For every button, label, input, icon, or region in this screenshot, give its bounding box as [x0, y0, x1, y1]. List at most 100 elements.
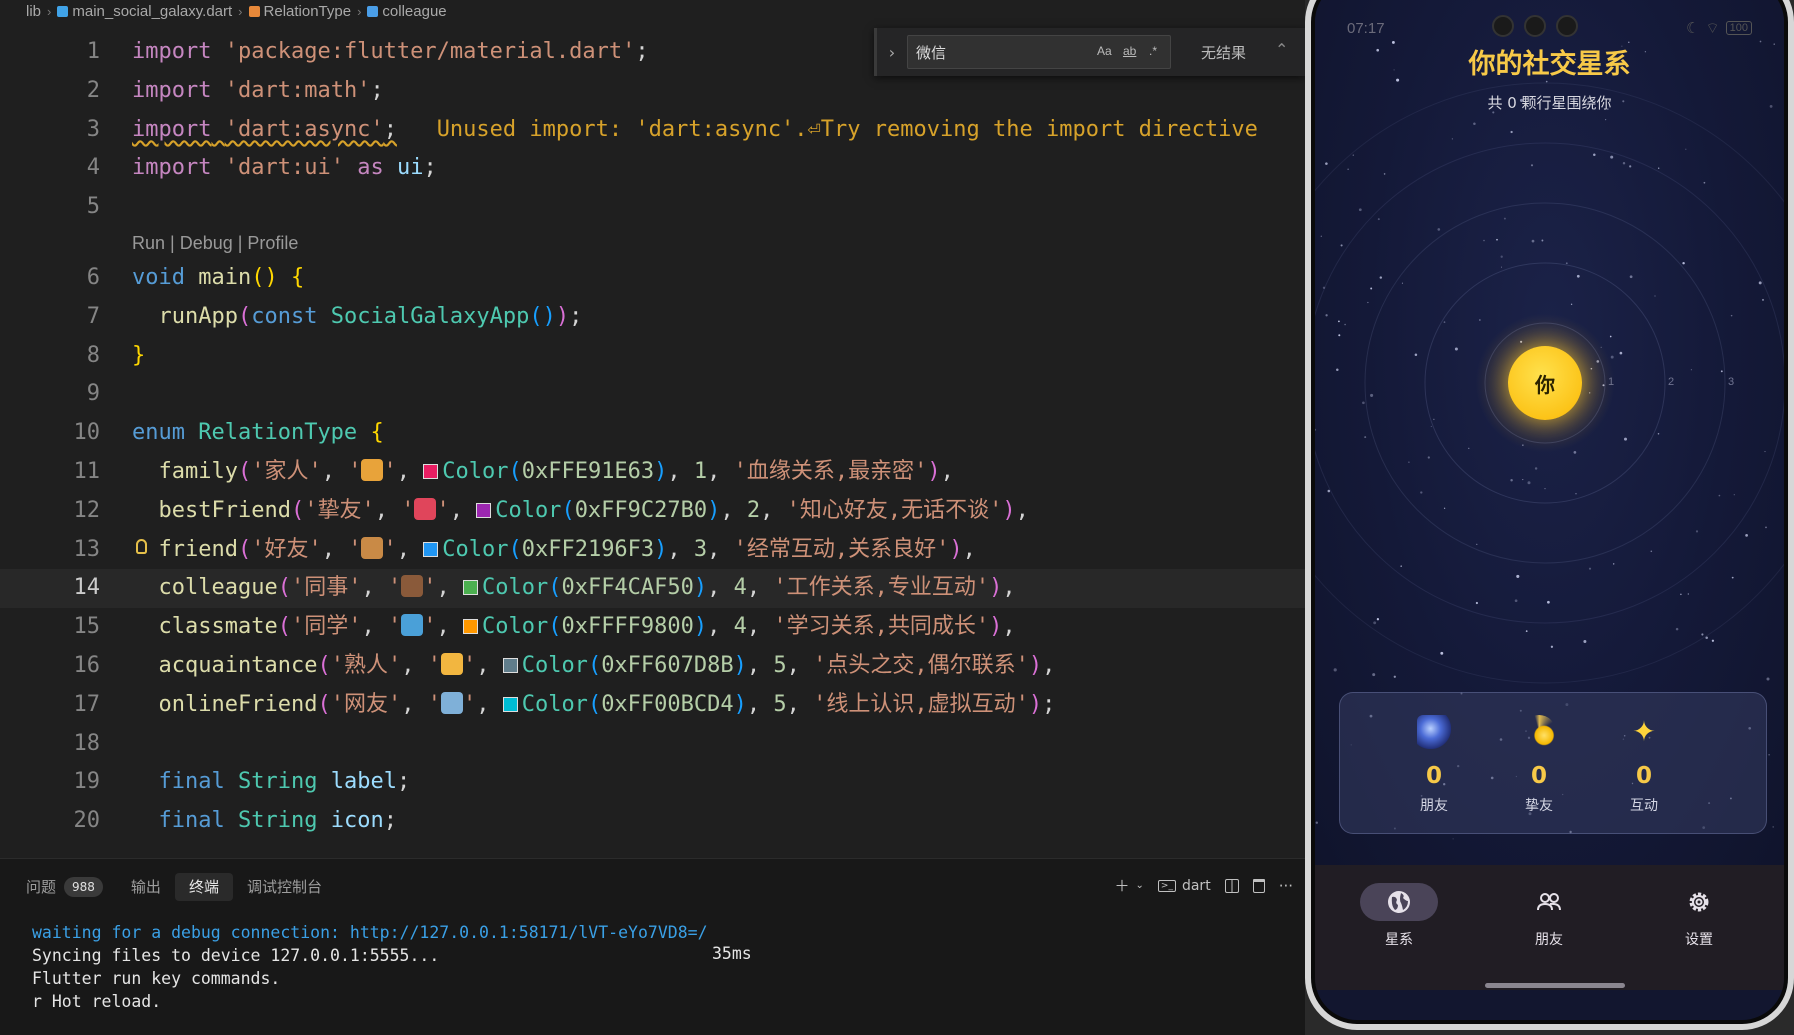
wifi-icon: ⌔: [1705, 19, 1720, 37]
color-swatch[interactable]: [423, 541, 439, 557]
bottom-panel: 问题 988 输出 终端 调试控制台 ＋ ⌄ >_ dart ··· waiting …: [0, 858, 1305, 1035]
breadcrumb-folder[interactable]: lib: [26, 3, 41, 20]
code-line[interactable]: 16 acquaintance('熟人', ' ', Color(0xFF607D…: [0, 647, 1305, 686]
status-time: 07:17: [1347, 19, 1385, 37]
chevron-right-icon: ›: [238, 3, 243, 19]
more-actions-button[interactable]: ···: [1279, 877, 1293, 895]
emoji-glyph-icon: [361, 536, 384, 559]
phone-frame: 1 2 3 你 07:17 ☾ ⌔ 100 你的社交星系 共 0 颗行: [1305, 0, 1794, 1030]
emoji-glyph-icon: [401, 614, 424, 637]
code-area[interactable]: 1 import 'package:flutter/material.dart';…: [0, 33, 1305, 841]
emoji-glyph-icon: [414, 497, 437, 520]
planet-count-subtitle: 共 0 颗行星围绕你: [1487, 94, 1612, 112]
emoji-glyph-icon: [401, 575, 424, 598]
terminal-output[interactable]: waiting for a debug connection: http://1…: [32, 921, 708, 1013]
new-terminal-button[interactable]: ＋ ⌄: [1115, 875, 1144, 896]
find-widget: › Aa ab .* 无结果 ⌃: [874, 28, 1305, 76]
tab-terminal[interactable]: 终端: [174, 873, 233, 901]
sparkles-icon: ✦: [1632, 715, 1656, 748]
terminal-timing: 35ms: [712, 944, 752, 963]
people-icon: [1537, 893, 1561, 911]
code-line[interactable]: 7 runApp(const SocialGalaxyApp());: [0, 298, 1305, 337]
moon-icon: ☾: [1686, 20, 1700, 37]
code-line[interactable]: 4 import 'dart:ui' as ui;: [0, 149, 1305, 188]
bottom-navigation: 星系 朋友 设置: [1315, 865, 1784, 990]
app-screen[interactable]: 1 2 3 你 07:17 ☾ ⌔ 100 你的社交星系 共 0 颗行: [1315, 0, 1784, 1020]
code-line[interactable]: 15 classmate('同学', ' ', Color(0xFFFF9800)…: [0, 608, 1305, 647]
tab-output[interactable]: 输出: [117, 873, 175, 901]
code-line[interactable]: 5: [0, 188, 1305, 227]
code-line[interactable]: 14 colleague('同事', ' ', Color(0xFF4CAF50)…: [0, 569, 1305, 609]
sun-you[interactable]: 你: [1508, 346, 1582, 420]
stats-card: 0 朋友 0 挚友 ✦ 0 互动: [1339, 692, 1767, 834]
code-line[interactable]: 3 import 'dart:async'; Unused import: 'da…: [0, 111, 1305, 150]
color-swatch[interactable]: [423, 463, 439, 479]
globe-icon: [1388, 891, 1410, 913]
inline-diagnostic-warning: Unused import: 'dart:async'.⏎Try removin…: [436, 116, 1258, 142]
code-line[interactable]: 18: [0, 725, 1305, 764]
terminal-icon: >_: [1157, 879, 1176, 892]
dart-file-icon: [57, 5, 69, 17]
emoji-glyph-icon: [361, 458, 384, 481]
split-terminal-button[interactable]: [1224, 878, 1239, 893]
stat-friends: 0 朋友: [1389, 715, 1479, 815]
nav-settings[interactable]: 设置: [1649, 883, 1749, 949]
code-line[interactable]: 12 bestFriend('挚友', ' ', Color(0xFF9C27B0…: [0, 492, 1305, 531]
device-emulator: 1 2 3 你 07:17 ☾ ⌔ 100 你的社交星系 共 0 颗行: [1305, 0, 1794, 1035]
gear-icon: [1689, 892, 1709, 912]
panel-tabs: 问题 988 输出 终端 调试控制台: [12, 873, 336, 901]
code-line[interactable]: 2 import 'dart:math';: [0, 72, 1305, 111]
status-bar: 07:17 ☾ ⌔ 100: [1315, 14, 1784, 42]
tab-problems[interactable]: 问题 988: [12, 873, 117, 901]
code-line[interactable]: 11 family('家人', ' ', Color(0xFFE91E63), 1…: [0, 453, 1305, 492]
kill-terminal-button[interactable]: [1252, 878, 1265, 893]
color-swatch[interactable]: [462, 580, 478, 596]
code-line[interactable]: 9: [0, 375, 1305, 414]
plus-icon: ＋: [1114, 877, 1130, 895]
emoji-glyph-icon: [440, 691, 463, 714]
panel-toolbar: ＋ ⌄ >_ dart ···: [1115, 875, 1293, 896]
camera-cutout: [1487, 15, 1583, 41]
split-icon: [1224, 878, 1239, 893]
chevron-down-icon: ⌄: [1135, 880, 1144, 891]
nav-friends[interactable]: 朋友: [1499, 883, 1599, 949]
code-line[interactable]: 20 final String icon;: [0, 802, 1305, 841]
problems-count-badge: 988: [64, 877, 103, 897]
stat-interactions: ✦ 0 互动: [1599, 715, 1689, 815]
color-swatch[interactable]: [502, 657, 518, 673]
toggle-replace-chevron-icon[interactable]: ›: [877, 43, 907, 62]
emoji-glyph-icon: [440, 652, 463, 675]
code-editor[interactable]: lib › main_social_galaxy.dart › Relation…: [0, 0, 1305, 858]
code-line[interactable]: 13 friend('好友', ' ', Color(0xFF2196F3), 3…: [0, 531, 1305, 570]
code-line[interactable]: 10 enum RelationType {: [0, 414, 1305, 453]
terminal-shell-button[interactable]: >_ dart: [1157, 878, 1211, 894]
stat-best-friends: 0 挚友: [1494, 715, 1584, 815]
code-line[interactable]: 6 void main() {: [0, 259, 1305, 298]
nav-galaxy[interactable]: 星系: [1349, 883, 1449, 949]
use-regex-toggle[interactable]: .*: [1149, 44, 1157, 58]
color-swatch[interactable]: [476, 502, 492, 518]
home-indicator[interactable]: [1485, 983, 1625, 988]
code-line[interactable]: 19 final String label;: [0, 763, 1305, 802]
status-icons: ☾ ⌔ 100: [1686, 19, 1752, 38]
ellipsis-icon: ···: [1278, 876, 1293, 895]
tab-debug-console[interactable]: 调试控制台: [233, 873, 336, 901]
match-case-toggle[interactable]: Aa: [1097, 44, 1112, 58]
comet-icon: [1522, 715, 1556, 749]
chevron-right-icon: ›: [47, 3, 52, 19]
galaxy-icon: [1417, 715, 1451, 749]
battery-icon: 100: [1725, 21, 1752, 35]
breadcrumb-member[interactable]: colleague: [367, 3, 447, 20]
code-line[interactable]: 8}: [0, 337, 1305, 376]
previous-match-icon[interactable]: ⌃: [1275, 40, 1288, 59]
breadcrumb-file[interactable]: main_social_galaxy.dart: [57, 3, 232, 20]
color-swatch[interactable]: [462, 619, 478, 635]
code-line[interactable]: 17 onlineFriend('网友', ' ', Color(0xFF00BC…: [0, 686, 1305, 725]
chevron-right-icon: ›: [357, 3, 362, 19]
color-swatch[interactable]: [502, 696, 518, 712]
orbit-label: 3: [1728, 376, 1735, 388]
enum-icon: [248, 5, 260, 17]
codelens-run-debug-profile[interactable]: Run | Debug | Profile: [0, 227, 1305, 259]
match-whole-word-toggle[interactable]: ab: [1123, 44, 1136, 58]
breadcrumb-enum[interactable]: RelationType: [248, 3, 351, 20]
